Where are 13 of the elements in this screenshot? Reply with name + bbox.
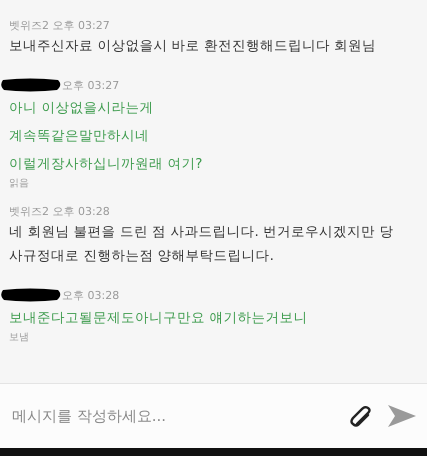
message-time: 오후 03:27 xyxy=(62,78,120,92)
read-status: 보냄 xyxy=(9,331,30,344)
read-status: 읽음 xyxy=(9,177,30,190)
message-text: 이럴게장사하십니까원래 여기? xyxy=(9,155,204,174)
send-icon[interactable] xyxy=(387,404,417,428)
message-text: 네 회원님 불편을 드린 점 사과드립니다. 번거로우시겠지만 당사규정대로 진행하는점 양해부탁드립니다. xyxy=(9,223,394,266)
sender-time: 벳위즈2 오후 03:27 xyxy=(9,18,110,32)
message-text: 보내주신자료 이상없을시 바로 환전진행해드립니다 회원님 xyxy=(9,37,378,56)
message-text: 아니 이상없을시라는게 xyxy=(9,99,154,118)
message-text: 보내준다고될문제도아니구만요 얘기하는거보니 xyxy=(9,309,308,328)
message-time: 오후 03:28 xyxy=(62,288,120,302)
sender-time: 벳위즈2 오후 03:28 xyxy=(9,204,110,218)
message-text: 계속똑같은말만하시네 xyxy=(9,127,150,146)
